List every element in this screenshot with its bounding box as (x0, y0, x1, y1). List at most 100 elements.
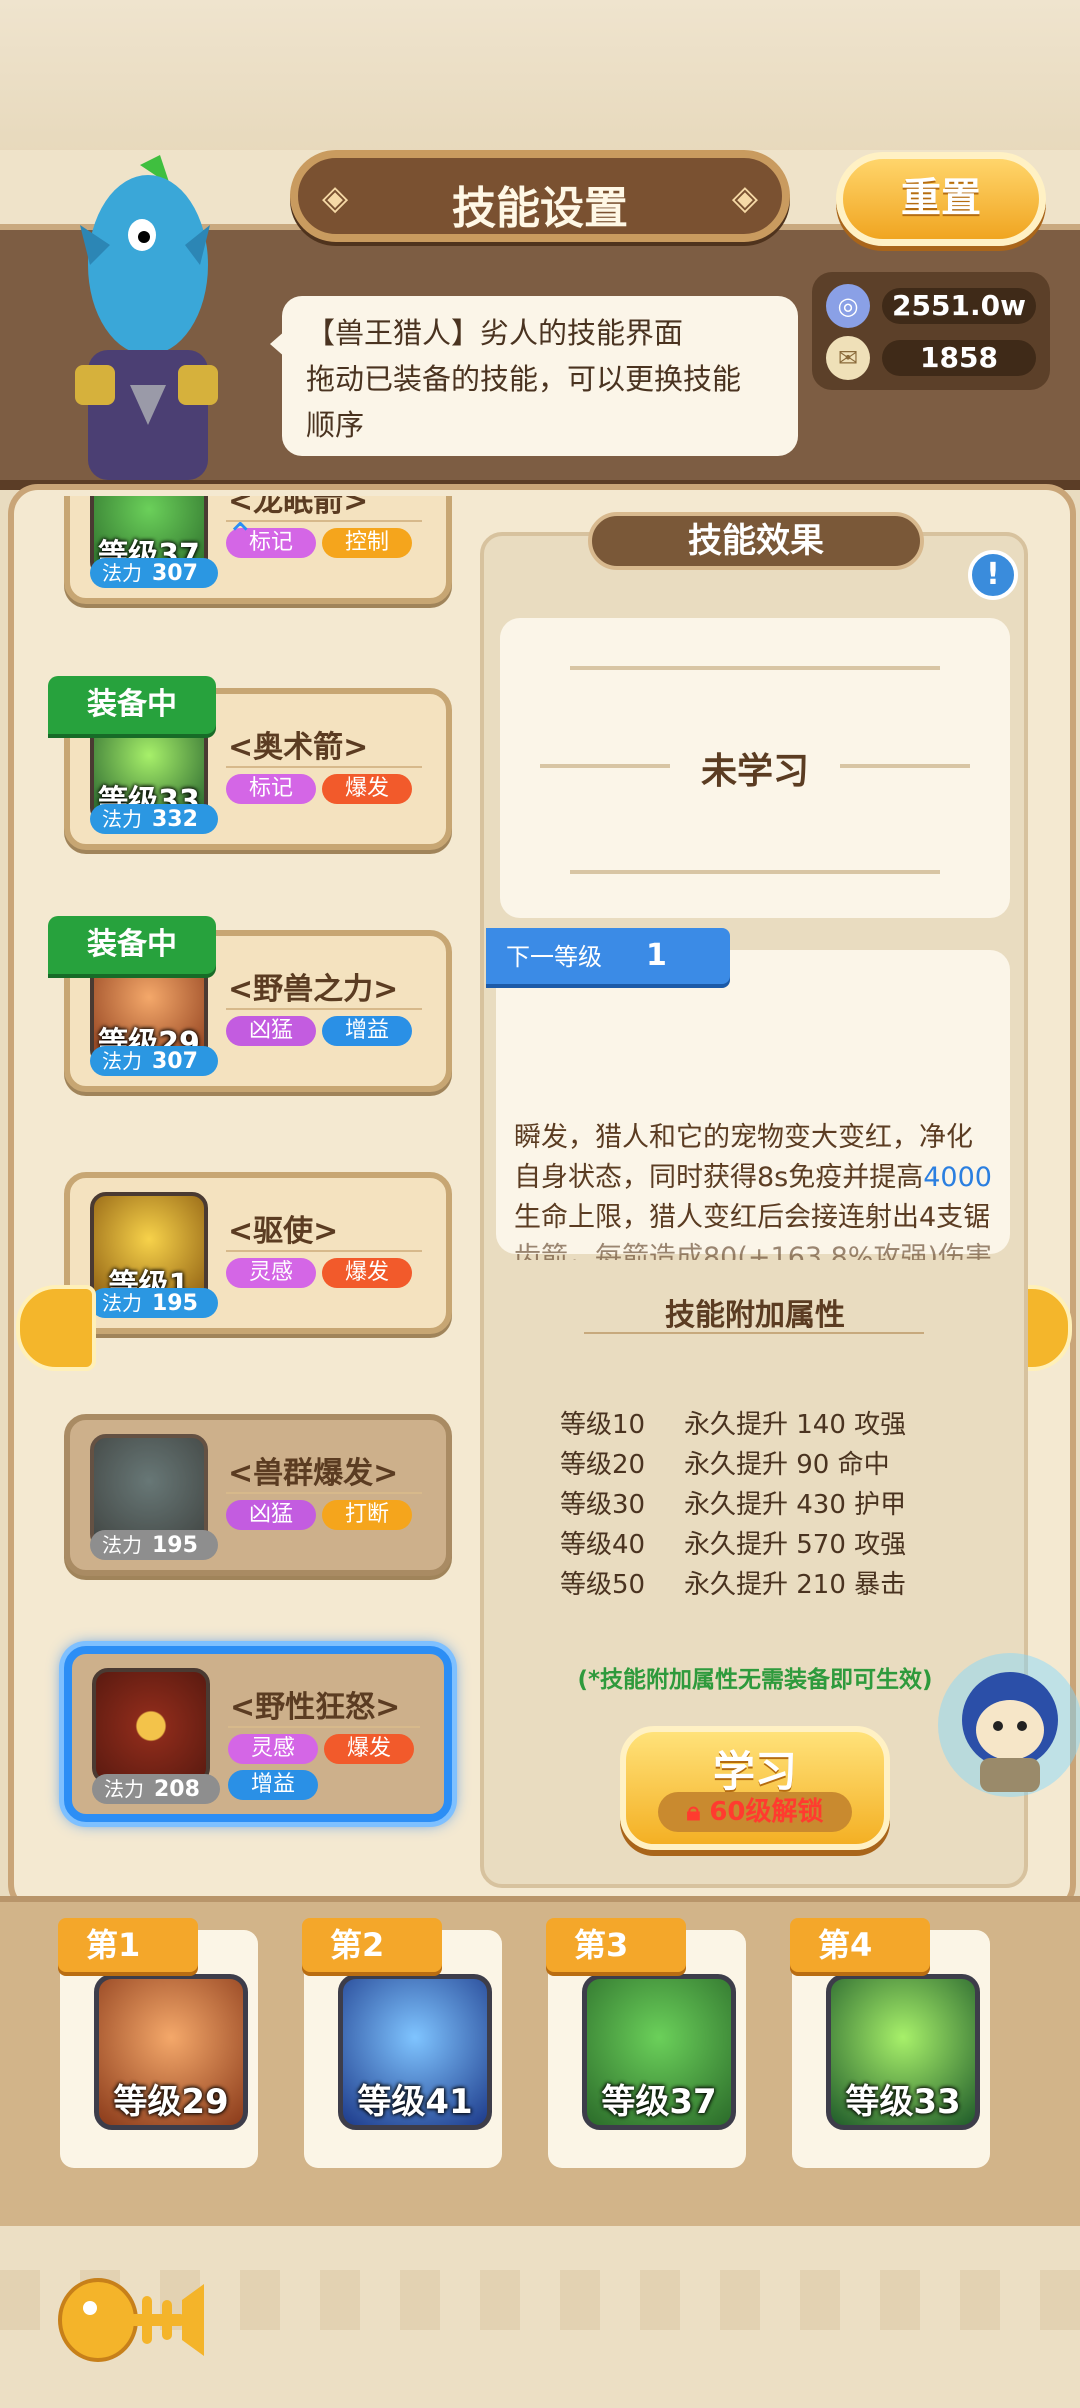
right-ornament-icon: ◈ (731, 178, 758, 218)
attribute-level: 等级50 (560, 1570, 646, 1600)
skill-tags: 凶猛 增益 (226, 1016, 426, 1052)
mana-label: 法力 (104, 1777, 144, 1801)
mana-value: 195 (152, 1533, 198, 1558)
mana-label: 法力 (102, 1533, 142, 1557)
effect-title: 技能效果 (588, 512, 924, 570)
mana-cost: 法力 195 (90, 1288, 218, 1318)
page-title: 技能设置 (452, 183, 628, 234)
ornament-divider (570, 870, 940, 874)
unlock-requirement: 🔒︎ 60级解锁 (658, 1792, 852, 1832)
skill-tag: 凶猛 (226, 1500, 316, 1530)
mana-cost: 法力 307 (90, 558, 218, 588)
skill-slot-4[interactable]: 等级33 第4 (790, 1918, 990, 2168)
skill-name: <驱使> (228, 1214, 339, 1249)
skill-card[interactable]: 等级1 <驱使> 灵感 爆发 法力 195 (64, 1172, 452, 1334)
learn-label: 学习 (712, 1747, 797, 1796)
mana-value: 195 (152, 1291, 198, 1316)
scroll-up-icon[interactable]: ⌃ (226, 516, 255, 556)
skill-name: <野兽之力> (228, 972, 399, 1007)
skill-tag: 灵感 (228, 1734, 318, 1764)
skill-tags: 凶猛 打断 (226, 1500, 426, 1536)
divider (226, 1492, 422, 1494)
resource-row: ✉ 1858 (826, 334, 1036, 380)
next-level-label: 下一等级 (506, 943, 602, 971)
divider (584, 1332, 924, 1334)
mana-cost: 法力 195 (90, 1530, 218, 1560)
previous-arrow-button[interactable] (16, 1285, 96, 1371)
skill-tag: 爆发 (322, 1258, 412, 1288)
mana-label: 法力 (102, 561, 142, 585)
next-level-tag: 下一等级 1 (486, 928, 730, 984)
title-plate: ◈ 技能设置 ◈ (290, 150, 790, 242)
mana-cost: 法力 307 (90, 1046, 218, 1076)
divider (226, 766, 422, 768)
attribute-text: 永久提升 210 暴击 (684, 1570, 907, 1600)
spear-skill-icon: 等级41 (338, 1974, 492, 2130)
mana-value: 307 (152, 561, 198, 586)
skill-card-selected[interactable]: <野性狂怒> 灵感 爆发增益 法力 208 (64, 1646, 452, 1822)
skill-list[interactable]: 等级37 <龙眠箭> 标记 控制 法力 307 ⌃ 装备中 等级33 <奥术箭> 标… (28, 496, 478, 1896)
equipped-ribbon: 装备中 (48, 676, 216, 734)
attribute-row: 等级20 永久提升 90 命中 (560, 1444, 890, 1481)
divider (226, 1008, 422, 1010)
hint-line: 【兽王猎人】劣人的技能界面 (306, 316, 684, 350)
exclamation-icon[interactable]: ! (968, 550, 1018, 600)
skill-name: <奥术箭> (228, 730, 369, 765)
unlock-label: 60级解锁 (709, 1797, 824, 1827)
rage-eye-skill-icon (92, 1668, 210, 1784)
skill-card[interactable]: <兽群爆发> 凶猛 打断 法力 195 (64, 1414, 452, 1576)
skill-slot-2[interactable]: 等级41 第2 (302, 1918, 502, 2168)
attribute-row: 等级30 永久提升 430 护甲 (560, 1484, 906, 1521)
attribute-text: 永久提升 570 攻强 (684, 1530, 907, 1560)
attribute-title: 技能附加属性 (665, 1298, 845, 1333)
skill-tag: 打断 (322, 1500, 412, 1530)
skill-tag: 爆发 (324, 1734, 414, 1764)
mana-value: 307 (152, 1049, 198, 1074)
learn-button[interactable]: 学习 🔒︎ 60级解锁 (620, 1726, 890, 1850)
hint-bubble: 【兽王猎人】劣人的技能界面 拖动已装备的技能，可以更换技能 顺序 (270, 296, 798, 456)
highlight-value: 4000 (923, 1162, 992, 1193)
attribute-level: 等级20 (560, 1450, 646, 1480)
divider (228, 1726, 420, 1728)
attribute-text: 永久提升 90 命中 (684, 1450, 890, 1480)
skill-tag: 凶猛 (226, 1016, 316, 1046)
pet-avatar-icon[interactable] (930, 1640, 1080, 1810)
attribute-row: 等级50 永久提升 210 暴击 (560, 1564, 906, 1601)
skill-name: <兽群爆发> (228, 1456, 399, 1491)
skill-card[interactable]: 等级37 <龙眠箭> 标记 控制 法力 307 (64, 496, 452, 604)
arcane-arrow-skill-icon: 等级33 (826, 1974, 980, 2130)
lock-icon: 🔒︎ (686, 1797, 710, 1827)
slot-label: 第3 (546, 1918, 686, 1972)
skill-tag: 增益 (228, 1770, 318, 1800)
attribute-row: 等级10 永久提升 140 攻强 (560, 1404, 906, 1441)
slot-level: 等级41 (357, 2082, 473, 2122)
mana-label: 法力 (102, 1049, 142, 1073)
attribute-level: 等级40 (560, 1530, 646, 1560)
equipped-ribbon: 装备中 (48, 916, 216, 974)
skill-tag: 标记 (226, 774, 316, 804)
divider (226, 520, 422, 522)
mana-value: 208 (154, 1777, 200, 1802)
skill-tag: 增益 (322, 1016, 412, 1046)
unlearned-box: 未学习 (500, 618, 1010, 918)
skill-tag: 爆发 (322, 774, 412, 804)
resource-row: ◎ 2551.0w (826, 282, 1036, 328)
attribute-level: 等级10 (560, 1410, 646, 1440)
skill-tags: 灵感 爆发 (226, 1258, 426, 1294)
skill-tags: 标记 控制 (226, 528, 426, 564)
ornament-divider (570, 666, 940, 670)
mana-cost: 法力 208 (92, 1774, 220, 1804)
skill-tag: 控制 (322, 528, 412, 558)
reset-button[interactable]: 重置 (836, 152, 1046, 246)
fishbone-back-icon[interactable] (56, 2270, 206, 2370)
divider (226, 1250, 422, 1252)
next-level-value: 1 (646, 938, 667, 973)
slot-label: 第1 (58, 1918, 198, 1972)
unlearned-text: 未学习 (700, 751, 809, 792)
skill-slot-1[interactable]: 等级29 第1 (58, 1918, 258, 2168)
attribute-row: 等级40 永久提升 570 攻强 (560, 1524, 906, 1561)
hint-line: 拖动已装备的技能，可以更换技能 (306, 362, 742, 396)
description-line: 瞬发，猎人和它的宠物变大变红，净化 (514, 1122, 973, 1153)
skill-slot-3[interactable]: 等级37 第3 (546, 1918, 746, 2168)
resource-panel: ◎ 2551.0w ✉ 1858 (812, 272, 1050, 390)
